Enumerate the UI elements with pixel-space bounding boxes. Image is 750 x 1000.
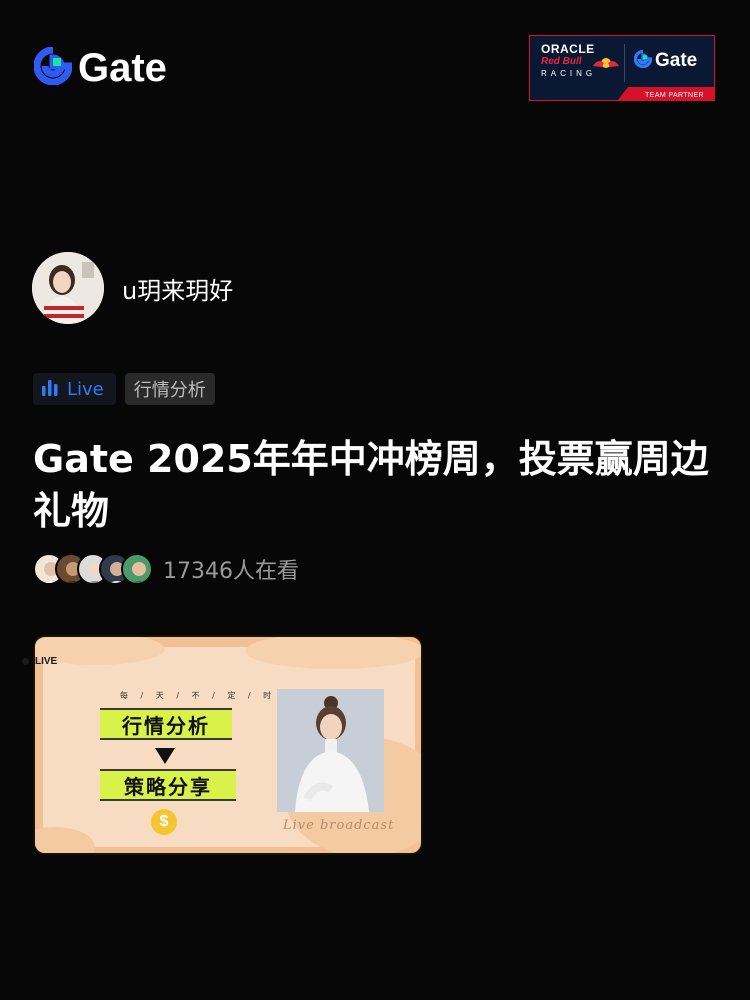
- partner-gate-text: Gate: [655, 50, 698, 71]
- avatar[interactable]: [32, 252, 104, 324]
- viewer-avatar: [121, 553, 153, 585]
- logo-text: Gate: [78, 46, 167, 90]
- gate-logo-icon: [633, 49, 653, 72]
- viewer-avatars: [33, 553, 153, 585]
- cover-script-text: Live broadcast: [283, 818, 395, 833]
- live-label: Live: [67, 378, 104, 400]
- live-tag: Live: [33, 373, 116, 405]
- gate-logo[interactable]: Gate: [33, 46, 167, 90]
- arrow-down-icon: [155, 748, 175, 764]
- stream-title: Gate 2025年年中冲榜周，投票赢周边礼物: [33, 437, 709, 533]
- cover-live-label: LIVE: [35, 656, 58, 667]
- partner-oracle-text: ORACLE: [541, 42, 595, 56]
- bar-chart-icon: [42, 378, 58, 401]
- partner-racing-text: RACING: [541, 69, 597, 78]
- partner-divider: [624, 44, 625, 82]
- partner-strip-text: TEAM PARTNER: [645, 92, 704, 99]
- cover-live-indicator: LIVE: [22, 656, 57, 667]
- category-tag[interactable]: 行情分析: [124, 373, 215, 405]
- partner-badge: ORACLE Red Bull RACING Gate TEAM PARTNER: [529, 35, 715, 101]
- cover-banner-analysis: 行情分析: [100, 708, 232, 740]
- cover-banner-strategy: 策略分享: [100, 769, 236, 801]
- partner-gate-logo: Gate: [633, 49, 698, 72]
- red-bull-icon: [592, 55, 620, 74]
- tag-row: Live 行情分析: [33, 373, 215, 405]
- gate-logo-icon: [33, 46, 73, 89]
- host-name[interactable]: u玥来玥好: [122, 271, 233, 306]
- viewer-count: 17346人在看: [163, 559, 299, 584]
- coin-icon: $: [151, 809, 177, 835]
- viewer-info: 17346人在看: [33, 553, 299, 585]
- live-dot-icon: [22, 658, 29, 665]
- host-info[interactable]: u玥来玥好: [32, 252, 233, 324]
- partner-redbull-text: Red Bull: [541, 56, 582, 67]
- host-photo: [277, 689, 384, 812]
